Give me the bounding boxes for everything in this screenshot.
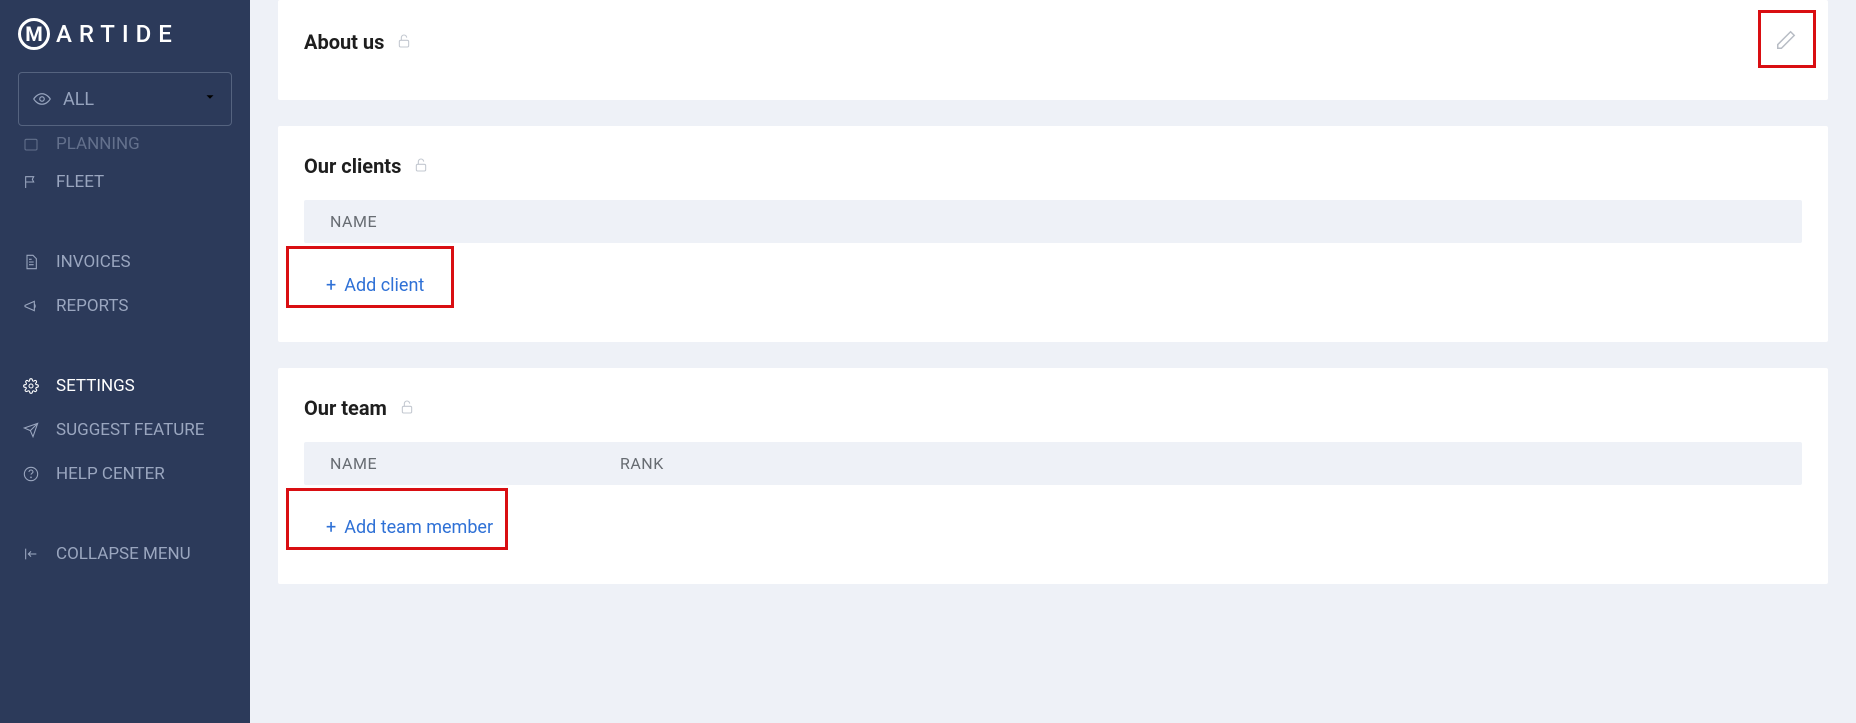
sidebar-item-planning[interactable]: PLANNING bbox=[0, 134, 250, 160]
nav-label: FLEET bbox=[56, 172, 104, 192]
nav: PLANNING FLEET INVOICES REPORTS bbox=[0, 136, 250, 576]
logo-text: ARTIDE bbox=[56, 20, 179, 48]
clients-title: Our clients bbox=[304, 154, 401, 178]
file-icon bbox=[22, 253, 40, 271]
logo[interactable]: M ARTIDE bbox=[0, 10, 250, 66]
flag-icon bbox=[22, 173, 40, 191]
add-client-label: Add client bbox=[344, 275, 424, 296]
plus-icon: + bbox=[326, 275, 336, 296]
megaphone-icon bbox=[22, 297, 40, 315]
collapse-icon bbox=[22, 545, 40, 563]
plus-icon: + bbox=[326, 517, 336, 538]
section-title-about: About us bbox=[304, 30, 1802, 54]
gear-icon bbox=[22, 377, 40, 395]
section-title-clients: Our clients bbox=[304, 154, 1802, 178]
add-client-button[interactable]: + Add client bbox=[310, 263, 440, 308]
sidebar-item-suggest[interactable]: SUGGEST FEATURE bbox=[0, 408, 250, 452]
card-our-clients: Our clients NAME + Add client bbox=[278, 126, 1828, 342]
col-name: NAME bbox=[330, 212, 620, 231]
sidebar-item-help[interactable]: HELP CENTER bbox=[0, 452, 250, 496]
sidebar-item-fleet[interactable]: FLEET bbox=[0, 160, 250, 204]
edit-about-button[interactable] bbox=[1762, 16, 1810, 64]
team-title: Our team bbox=[304, 396, 387, 420]
eye-icon bbox=[33, 90, 51, 108]
lock-icon bbox=[396, 30, 412, 54]
help-icon bbox=[22, 465, 40, 483]
sidebar-item-collapse[interactable]: COLLAPSE MENU bbox=[0, 532, 250, 576]
about-title: About us bbox=[304, 30, 384, 54]
lock-icon bbox=[399, 396, 415, 420]
send-icon bbox=[22, 421, 40, 439]
clients-table-header: NAME bbox=[304, 200, 1802, 243]
sidebar-item-settings[interactable]: SETTINGS bbox=[0, 364, 250, 408]
chevron-down-icon bbox=[203, 90, 217, 108]
calendar-icon bbox=[22, 135, 40, 153]
main-content: About us Our clients NAME + Add client bbox=[250, 0, 1856, 723]
nav-label: COLLAPSE MENU bbox=[56, 544, 191, 564]
sidebar: M ARTIDE ALL PLANNING FLEET bbox=[0, 0, 250, 723]
filter-select[interactable]: ALL bbox=[18, 72, 232, 126]
nav-label: PLANNING bbox=[56, 134, 140, 154]
add-team-label: Add team member bbox=[344, 517, 493, 538]
team-table-header: NAME RANK bbox=[304, 442, 1802, 485]
add-team-member-button[interactable]: + Add team member bbox=[310, 505, 509, 550]
sidebar-item-reports[interactable]: REPORTS bbox=[0, 284, 250, 328]
logo-mark-icon: M bbox=[18, 18, 50, 50]
nav-label: SUGGEST FEATURE bbox=[56, 420, 204, 440]
section-title-team: Our team bbox=[304, 396, 1802, 420]
card-our-team: Our team NAME RANK + Add team member bbox=[278, 368, 1828, 584]
nav-label: HELP CENTER bbox=[56, 464, 165, 484]
col-rank: RANK bbox=[620, 454, 1776, 473]
lock-icon bbox=[413, 154, 429, 178]
nav-label: SETTINGS bbox=[56, 376, 135, 396]
card-about-us: About us bbox=[278, 0, 1828, 100]
col-name: NAME bbox=[330, 454, 620, 473]
filter-label: ALL bbox=[63, 89, 94, 110]
nav-label: INVOICES bbox=[56, 252, 131, 272]
sidebar-item-invoices[interactable]: INVOICES bbox=[0, 240, 250, 284]
nav-label: REPORTS bbox=[56, 296, 128, 316]
